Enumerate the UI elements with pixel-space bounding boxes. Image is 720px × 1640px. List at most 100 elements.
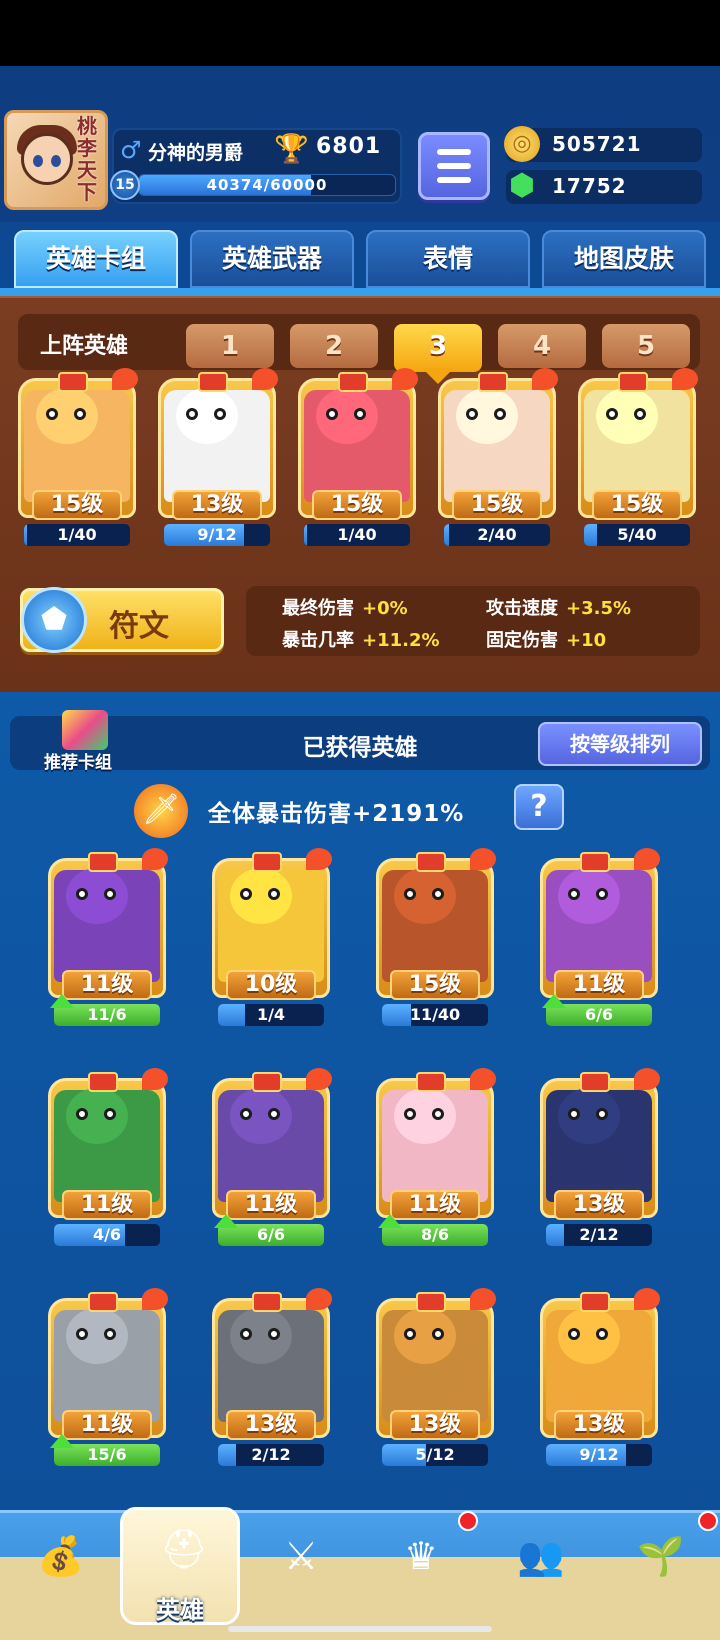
flame-icon xyxy=(306,1288,332,1310)
gem-counter[interactable]: ⬢ 17752 xyxy=(506,168,702,204)
flame-icon xyxy=(672,368,698,390)
hero-face xyxy=(316,388,378,444)
hero-card[interactable]: 15级 1/40 xyxy=(294,364,420,550)
gold-counter[interactable]: ◎ 505721 xyxy=(504,126,702,162)
hero-face xyxy=(394,868,456,924)
hero-card[interactable]: 15级 1/40 xyxy=(14,364,140,550)
hero-card[interactable]: 11级 8/6 xyxy=(372,1064,498,1250)
flame-icon xyxy=(306,1068,332,1090)
flame-icon xyxy=(112,368,138,390)
nav-heroes[interactable]: ⛑ 英雄 xyxy=(120,1507,240,1625)
sort-by-level-button[interactable]: 按等级排列 xyxy=(538,722,702,766)
deck-slot-5[interactable]: 5 xyxy=(602,324,690,368)
hero-card[interactable]: 15级 2/40 xyxy=(434,364,560,550)
gold-amount: 505721 xyxy=(552,132,642,156)
stat-key: 最终伤害 xyxy=(282,598,354,619)
card-progress-text: 1/4 xyxy=(256,1005,286,1024)
hero-eye xyxy=(606,408,618,420)
player-info-box[interactable]: ♂ 分神的男爵 🏆 6801 40374/60000 15 xyxy=(110,128,402,204)
menu-button[interactable] xyxy=(418,132,490,200)
stat-attack-speed: 攻击速度 +3.5% xyxy=(486,594,631,620)
lineup-title: 上阵英雄 xyxy=(40,334,129,359)
hero-card[interactable]: 10级 1/4 xyxy=(208,844,334,1030)
card-progress-text: 9/12 xyxy=(197,525,237,544)
hero-card[interactable]: 13级 2/12 xyxy=(208,1284,334,1470)
rune-stats: 最终伤害 +0% 攻击速度 +3.5% 暴击几率 +11.2% 固定伤害 +10 xyxy=(246,586,700,656)
crossed-swords-icon: ⚔ xyxy=(283,1534,319,1578)
flame-icon xyxy=(252,368,278,390)
hero-face xyxy=(456,388,518,444)
card-progress-bar: 1/40 xyxy=(304,524,410,546)
nav-garden[interactable]: 🌱 xyxy=(600,1511,720,1617)
upgrade-arrow-icon xyxy=(214,1214,238,1228)
hero-card[interactable]: 13级 2/12 xyxy=(536,1064,662,1250)
hero-card[interactable]: 13级 9/12 xyxy=(154,364,280,550)
global-crit-banner: 🗡 全体暴击伤害+2191% ? xyxy=(130,782,570,838)
card-crest-icon xyxy=(58,372,88,392)
hero-card[interactable]: 11级 15/6 xyxy=(44,1284,170,1470)
hero-card[interactable]: 13级 5/12 xyxy=(372,1284,498,1470)
status-bar xyxy=(0,0,720,66)
deck-slot-2[interactable]: 2 xyxy=(290,324,378,368)
nav-shop[interactable]: 💰 xyxy=(0,1517,120,1617)
hero-face xyxy=(394,1308,456,1364)
player-avatar[interactable]: 桃李天下 xyxy=(4,110,108,210)
hero-card[interactable]: 15级 11/40 xyxy=(372,844,498,1030)
notification-dot xyxy=(698,1511,718,1531)
card-crest-icon xyxy=(416,1072,446,1092)
deck-slot-1[interactable]: 1 xyxy=(186,324,274,368)
hero-eye xyxy=(74,408,86,420)
hero-card[interactable]: 11级 4/6 xyxy=(44,1064,170,1250)
tab-hero-deck[interactable]: 英雄卡组 xyxy=(14,230,178,288)
home-indicator xyxy=(228,1626,492,1632)
hero-face xyxy=(394,1088,456,1144)
hero-card[interactable]: 15级 5/40 xyxy=(574,364,700,550)
stat-value: +3.5% xyxy=(566,598,632,619)
hero-card[interactable]: 11级 6/6 xyxy=(208,1064,334,1250)
card-progress-text: 2/40 xyxy=(477,525,517,544)
avatar-eye xyxy=(33,155,43,167)
hero-level: 10级 xyxy=(226,970,316,1000)
card-crest-icon xyxy=(252,1072,282,1092)
hero-eye xyxy=(268,1328,280,1340)
hero-face xyxy=(66,1308,128,1364)
hero-level: 13级 xyxy=(554,1190,644,1220)
card-progress-text: 2/12 xyxy=(579,1225,619,1244)
hero-card[interactable]: 13级 9/12 xyxy=(536,1284,662,1470)
menu-icon xyxy=(437,149,471,155)
knight-helmet-icon: ⛑ xyxy=(159,1527,209,1571)
card-progress-bar: 2/40 xyxy=(444,524,550,546)
help-button[interactable]: ? xyxy=(514,784,564,830)
rune-button[interactable]: ⬟ 符文 xyxy=(20,587,224,653)
tab-hero-weapon[interactable]: 英雄武器 xyxy=(190,230,354,288)
stat-value: +11.2% xyxy=(362,630,440,651)
hero-level: 11级 xyxy=(390,1190,480,1220)
sword-icon: 🗡 xyxy=(134,784,188,838)
tab-emotes[interactable]: 表情 xyxy=(366,230,530,288)
lineup-panel: 上阵英雄 1 2 3 4 5 15级 1/40 13级 9/12 15级 1/40 15级 2… xyxy=(0,296,720,692)
card-progress-bar: 5/12 xyxy=(382,1444,488,1466)
nav-ranking[interactable]: ♛ xyxy=(360,1511,480,1617)
card-progress-bar: 11/40 xyxy=(382,1004,488,1026)
hero-eye xyxy=(76,888,88,900)
tab-map-skins[interactable]: 地图皮肤 xyxy=(542,230,706,288)
card-crest-icon xyxy=(580,1072,610,1092)
hero-level: 11级 xyxy=(226,1190,316,1220)
nav-social[interactable]: 👥 xyxy=(480,1517,600,1617)
deck-slot-4[interactable]: 4 xyxy=(498,324,586,368)
hero-eye xyxy=(596,1108,608,1120)
menu-icon xyxy=(437,163,471,169)
flame-icon xyxy=(306,848,332,870)
stat-key: 暴击几率 xyxy=(282,630,354,651)
hero-level: 15级 xyxy=(452,490,542,520)
hero-level: 15级 xyxy=(312,490,402,520)
xp-bar: 40374/60000 xyxy=(138,174,396,196)
hero-card[interactable]: 11级 6/6 xyxy=(536,844,662,1030)
hero-face xyxy=(176,388,238,444)
hero-card[interactable]: 11级 11/6 xyxy=(44,844,170,1030)
card-progress-text: 1/40 xyxy=(337,525,377,544)
trophy-count: 6801 xyxy=(316,134,382,159)
hero-eye xyxy=(596,1328,608,1340)
card-crest-icon xyxy=(198,372,228,392)
nav-battle[interactable]: ⚔ xyxy=(240,1517,360,1617)
